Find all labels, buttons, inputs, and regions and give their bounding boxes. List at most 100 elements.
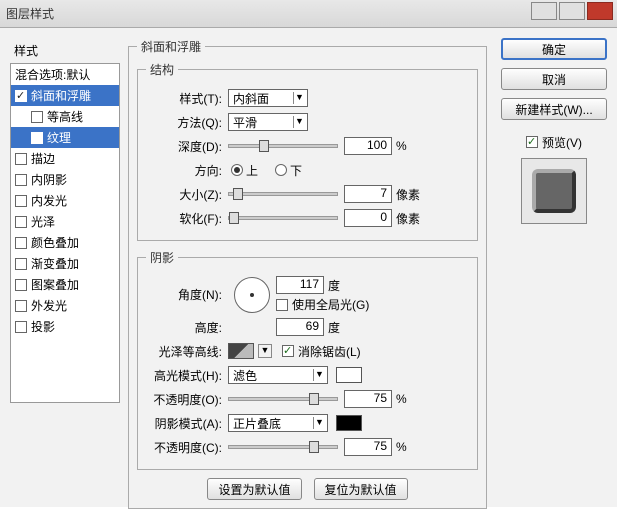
style-item-stroke[interactable]: 描边 xyxy=(11,148,119,169)
style-item-blending[interactable]: 混合选项:默认 xyxy=(11,64,119,85)
global-light-label: 使用全局光(G) xyxy=(292,296,369,313)
bevel-group: 斜面和浮雕 结构 样式(T): 内斜面▼ 方法(Q): 平滑▼ 深度(D): 1… xyxy=(128,38,487,509)
shading-group: 阴影 角度(N): 117 度 使用全局光(G) xyxy=(137,249,478,470)
shading-title: 阴影 xyxy=(146,249,178,266)
checkbox-icon[interactable] xyxy=(15,279,27,291)
shadow-opacity-label: 不透明度(C): xyxy=(146,439,228,456)
size-label: 大小(Z): xyxy=(146,186,228,203)
checkbox-icon[interactable] xyxy=(15,216,27,228)
styles-header: 样式 xyxy=(10,38,120,63)
checkbox-icon[interactable] xyxy=(15,195,27,207)
style-item-inner-glow[interactable]: 内发光 xyxy=(11,190,119,211)
chevron-down-icon: ▼ xyxy=(293,116,305,128)
bevel-group-title: 斜面和浮雕 xyxy=(137,38,205,55)
right-panel: 确定 取消 新建样式(W)... 预览(V) xyxy=(495,38,607,497)
size-unit: 像素 xyxy=(396,186,420,203)
close-button[interactable] xyxy=(587,2,613,20)
ok-button[interactable]: 确定 xyxy=(501,38,607,60)
direction-up-radio[interactable] xyxy=(231,164,243,176)
style-item-color-overlay[interactable]: 颜色叠加 xyxy=(11,232,119,253)
minimize-button[interactable] xyxy=(531,2,557,20)
method-label: 方法(Q): xyxy=(146,114,228,131)
checkbox-icon[interactable] xyxy=(15,321,27,333)
client-area: 样式 混合选项:默认 斜面和浮雕 等高线 纹理 描边 内阴影 内发光 光泽 颜色… xyxy=(0,28,617,507)
shadow-opacity-slider[interactable] xyxy=(228,445,338,449)
down-label: 下 xyxy=(290,162,302,179)
soften-slider[interactable] xyxy=(228,216,338,220)
size-input[interactable]: 7 xyxy=(344,185,392,203)
maximize-button[interactable] xyxy=(559,2,585,20)
style-item-outer-glow[interactable]: 外发光 xyxy=(11,295,119,316)
window-title: 图层样式 xyxy=(6,5,54,22)
styles-listbox: 混合选项:默认 斜面和浮雕 等高线 纹理 描边 内阴影 内发光 光泽 颜色叠加 … xyxy=(10,63,120,403)
style-label: 样式(T): xyxy=(146,90,228,107)
angle-deg: 度 xyxy=(328,277,340,294)
new-style-button[interactable]: 新建样式(W)... xyxy=(501,98,607,120)
style-item-bevel[interactable]: 斜面和浮雕 xyxy=(11,85,119,106)
altitude-input[interactable]: 69 xyxy=(276,318,324,336)
make-default-button[interactable]: 设置为默认值 xyxy=(207,478,301,500)
style-item-inner-shadow[interactable]: 内阴影 xyxy=(11,169,119,190)
chevron-down-icon: ▼ xyxy=(313,369,325,381)
antialias-checkbox[interactable] xyxy=(282,345,294,357)
styles-panel: 样式 混合选项:默认 斜面和浮雕 等高线 纹理 描边 内阴影 内发光 光泽 颜色… xyxy=(10,38,120,497)
style-item-gradient-overlay[interactable]: 渐变叠加 xyxy=(11,253,119,274)
checkbox-icon[interactable] xyxy=(31,132,43,144)
depth-slider[interactable] xyxy=(228,144,338,148)
checkbox-icon[interactable] xyxy=(15,258,27,270)
gloss-label: 光泽等高线: xyxy=(146,343,228,360)
gloss-contour-swatch[interactable] xyxy=(228,343,254,359)
altitude-label: 高度: xyxy=(146,319,228,336)
depth-label: 深度(D): xyxy=(146,138,228,155)
settings-panel: 斜面和浮雕 结构 样式(T): 内斜面▼ 方法(Q): 平滑▼ 深度(D): 1… xyxy=(120,38,495,497)
size-slider[interactable] xyxy=(228,192,338,196)
highlight-opacity-input[interactable]: 75 xyxy=(344,390,392,408)
preview-swatch xyxy=(521,158,587,224)
angle-input[interactable]: 117 xyxy=(276,276,324,294)
shadow-mode-label: 阴影模式(A): xyxy=(146,415,228,432)
structure-title: 结构 xyxy=(146,61,178,78)
depth-input[interactable]: 100 xyxy=(344,137,392,155)
style-item-pattern-overlay[interactable]: 图案叠加 xyxy=(11,274,119,295)
checkbox-icon[interactable] xyxy=(15,174,27,186)
soften-unit: 像素 xyxy=(396,210,420,227)
soften-input[interactable]: 0 xyxy=(344,209,392,227)
shadow-opacity-input[interactable]: 75 xyxy=(344,438,392,456)
angle-label: 角度(N): xyxy=(146,286,228,303)
direction-down-radio[interactable] xyxy=(275,164,287,176)
angle-dial[interactable] xyxy=(234,277,270,313)
method-combo[interactable]: 平滑▼ xyxy=(228,113,308,131)
checkbox-icon[interactable] xyxy=(15,153,27,165)
title-bar: 图层样式 xyxy=(0,0,617,28)
preview-label: 预览(V) xyxy=(542,134,582,151)
cancel-button[interactable]: 取消 xyxy=(501,68,607,90)
checkbox-icon[interactable] xyxy=(15,90,27,102)
style-combo[interactable]: 内斜面▼ xyxy=(228,89,308,107)
chevron-down-icon: ▼ xyxy=(293,92,305,104)
chevron-down-icon[interactable]: ▼ xyxy=(258,344,272,358)
depth-unit: % xyxy=(396,139,407,153)
shadow-mode-combo[interactable]: 正片叠底▼ xyxy=(228,414,328,432)
style-item-texture[interactable]: 纹理 xyxy=(11,127,119,148)
chevron-down-icon: ▼ xyxy=(313,417,325,429)
reset-default-button[interactable]: 复位为默认值 xyxy=(314,478,408,500)
structure-group: 结构 样式(T): 内斜面▼ 方法(Q): 平滑▼ 深度(D): 100 % 方… xyxy=(137,61,478,241)
soften-label: 软化(F): xyxy=(146,210,228,227)
preview-checkbox[interactable] xyxy=(526,136,538,148)
highlight-mode-combo[interactable]: 滤色▼ xyxy=(228,366,328,384)
style-item-drop-shadow[interactable]: 投影 xyxy=(11,316,119,337)
highlight-opacity-slider[interactable] xyxy=(228,397,338,401)
shadow-color-swatch[interactable] xyxy=(336,415,362,431)
checkbox-icon[interactable] xyxy=(15,300,27,312)
style-item-contour[interactable]: 等高线 xyxy=(11,106,119,127)
highlight-opacity-label: 不透明度(O): xyxy=(146,391,228,408)
antialias-label: 消除锯齿(L) xyxy=(298,343,361,360)
checkbox-icon[interactable] xyxy=(31,111,43,123)
global-light-checkbox[interactable] xyxy=(276,299,288,311)
up-label: 上 xyxy=(246,162,258,179)
checkbox-icon[interactable] xyxy=(15,237,27,249)
style-item-satin[interactable]: 光泽 xyxy=(11,211,119,232)
highlight-color-swatch[interactable] xyxy=(336,367,362,383)
altitude-deg: 度 xyxy=(328,319,340,336)
direction-label: 方向: xyxy=(146,162,228,179)
